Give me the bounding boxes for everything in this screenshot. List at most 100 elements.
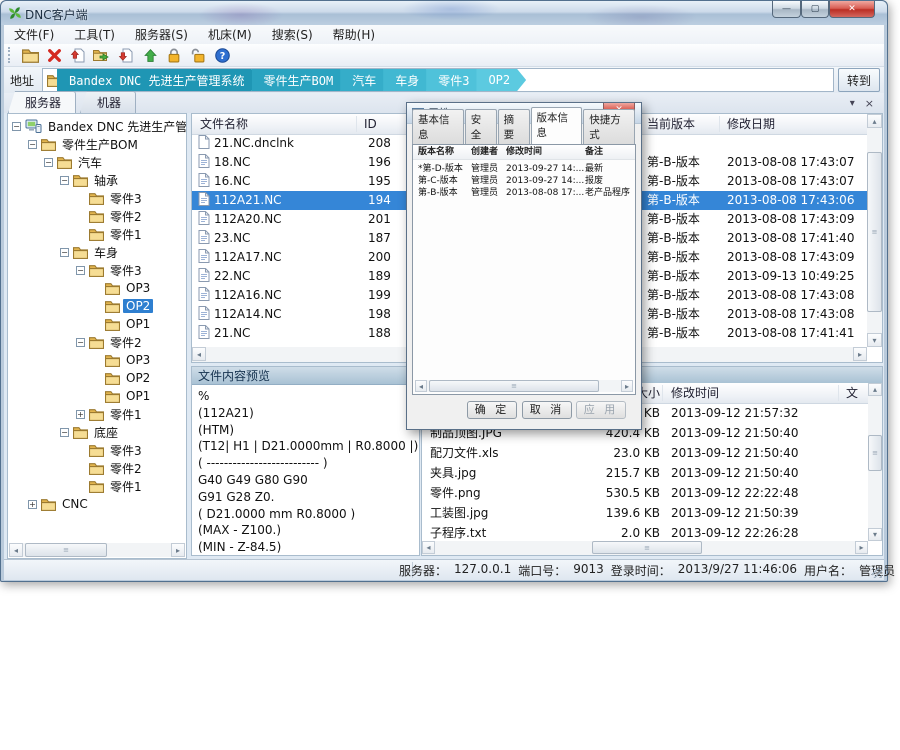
- attachment-row[interactable]: 夹具.jpg215.7 KB2013-09-12 21:50:40: [422, 463, 868, 483]
- expand-icon[interactable]: +: [28, 500, 37, 509]
- tree-item-零件3[interactable]: −零件3: [8, 261, 186, 279]
- dialog-tab-摘要[interactable]: 摘要: [498, 109, 530, 144]
- column-header-当前版本[interactable]: 当前版本: [647, 114, 695, 134]
- scroll-left-icon[interactable]: ◂: [9, 543, 23, 557]
- tree-item-OP1[interactable]: OP1: [8, 387, 186, 405]
- collapse-icon[interactable]: −: [44, 158, 53, 167]
- menu-item-5[interactable]: 帮助(H): [323, 25, 385, 44]
- tree-item-汽车[interactable]: −汽车: [8, 153, 186, 171]
- tree-item-OP3[interactable]: OP3: [8, 279, 186, 297]
- tab-机器[interactable]: 机器: [80, 91, 136, 113]
- panel-dropdown-icon[interactable]: ▾: [850, 98, 855, 109]
- breadcrumb-segment-1[interactable]: 零件生产BOM: [252, 69, 350, 91]
- scroll-left-icon[interactable]: ◂: [192, 347, 206, 361]
- scroll-up-icon[interactable]: ▴: [868, 383, 882, 396]
- breadcrumb-segment-5[interactable]: OP2: [476, 69, 526, 91]
- column-header-1[interactable]: 修改时间: [671, 383, 719, 403]
- toolbar-grip[interactable]: [8, 47, 14, 63]
- column-header-修改日期[interactable]: 修改日期: [727, 114, 775, 134]
- checkin-doc-button[interactable]: [66, 45, 90, 66]
- maximize-button[interactable]: ▢: [801, 1, 829, 18]
- column-header-ID[interactable]: ID: [364, 114, 377, 134]
- scroll-down-icon[interactable]: ▾: [867, 333, 882, 347]
- menu-item-0[interactable]: 文件(F): [4, 25, 64, 44]
- scroll-thumb[interactable]: ≡: [25, 543, 107, 557]
- tree-item-OP2[interactable]: OP2: [8, 369, 186, 387]
- upload-arrow-button[interactable]: [138, 45, 162, 66]
- menu-item-4[interactable]: 搜索(S): [262, 25, 323, 44]
- column-header-文件名称[interactable]: 文件名称: [200, 114, 248, 134]
- collapse-icon[interactable]: −: [60, 248, 69, 257]
- tree-item-零件3[interactable]: 零件3: [8, 441, 186, 459]
- checkout-doc-button[interactable]: [114, 45, 138, 66]
- tree-item-OP1[interactable]: OP1: [8, 315, 186, 333]
- attachment-row[interactable]: 零件.png530.5 KB2013-09-12 22:22:48: [422, 483, 868, 503]
- scroll-right-icon[interactable]: ▸: [855, 541, 868, 554]
- attachment-row[interactable]: 配刀文件.xls23.0 KB2013-09-12 21:50:40: [422, 443, 868, 463]
- attachment-row[interactable]: 子程序.txt2.0 KB2013-09-12 22:26:28: [422, 523, 868, 541]
- version-column-header[interactable]: 创建者: [471, 146, 498, 158]
- scroll-left-icon[interactable]: ◂: [415, 380, 427, 392]
- minimize-button[interactable]: —: [772, 1, 801, 18]
- help-button[interactable]: ?: [210, 45, 234, 66]
- collapse-icon[interactable]: −: [76, 338, 85, 347]
- tree-item-零件2[interactable]: 零件2: [8, 459, 186, 477]
- expand-icon[interactable]: +: [76, 410, 85, 419]
- tree-item-零件1[interactable]: 零件1: [8, 225, 186, 243]
- tree-item-零件1[interactable]: 零件1: [8, 477, 186, 495]
- scroll-thumb[interactable]: ≡: [429, 380, 599, 392]
- collapse-icon[interactable]: −: [60, 176, 69, 185]
- attachment-row[interactable]: 工装图.jpg139.6 KB2013-09-12 21:50:39: [422, 503, 868, 523]
- scroll-down-icon[interactable]: ▾: [868, 528, 882, 541]
- dialog-tab-安全[interactable]: 安全: [465, 109, 497, 144]
- tree-item-Bandex DNC 先进生产管理系统[interactable]: −Bandex DNC 先进生产管理系统: [8, 117, 186, 135]
- column-header-2[interactable]: 文件(&: [846, 383, 868, 403]
- menu-item-1[interactable]: 工具(T): [64, 25, 125, 44]
- scroll-up-icon[interactable]: ▴: [867, 114, 882, 128]
- tree-item-零件3[interactable]: 零件3: [8, 189, 186, 207]
- menu-item-3[interactable]: 机床(M): [198, 25, 262, 44]
- tree-item-车身[interactable]: −车身: [8, 243, 186, 261]
- folder-button[interactable]: [18, 45, 42, 66]
- go-button[interactable]: 转到: [838, 68, 880, 92]
- scroll-right-icon[interactable]: ▸: [621, 380, 633, 392]
- tab-服务器[interactable]: 服务器: [8, 91, 76, 113]
- ok-button[interactable]: 确 定: [467, 401, 517, 419]
- tree-item-OP3[interactable]: OP3: [8, 351, 186, 369]
- panel-close-icon[interactable]: ×: [865, 97, 874, 110]
- tree-item-零件生产BOM[interactable]: −零件生产BOM: [8, 135, 186, 153]
- collapse-icon[interactable]: −: [76, 266, 85, 275]
- lock-button[interactable]: [162, 45, 186, 66]
- dialog-hscrollbar[interactable]: ◂ ▸ ≡: [415, 380, 633, 392]
- tree-item-底座[interactable]: −底座: [8, 423, 186, 441]
- version-column-header[interactable]: 修改时间: [506, 146, 542, 158]
- tree-hscrollbar[interactable]: ◂ ▸ ≡: [9, 543, 185, 557]
- cancel-button[interactable]: 取 消: [522, 401, 572, 419]
- tree-item-CNC[interactable]: +CNC: [8, 495, 186, 513]
- attach-vscrollbar[interactable]: ▴ ▾ ≡: [868, 383, 882, 541]
- tree-item-零件2[interactable]: 零件2: [8, 207, 186, 225]
- collapse-icon[interactable]: −: [28, 140, 37, 149]
- dialog-tab-版本信息[interactable]: 版本信息: [531, 107, 583, 144]
- address-field[interactable]: Bandex DNC 先进生产管理系统零件生产BOM汽车车身零件3OP2: [42, 68, 834, 92]
- resize-grip[interactable]: [872, 568, 882, 578]
- folder-open-button[interactable]: [90, 45, 114, 66]
- title-bar[interactable]: DNC客户端 — ▢ ✕: [1, 1, 887, 25]
- scroll-right-icon[interactable]: ▸: [853, 347, 867, 361]
- scroll-thumb[interactable]: ≡: [868, 435, 882, 471]
- version-column-header[interactable]: 备注: [585, 146, 603, 158]
- list-vscrollbar[interactable]: ▴ ▾ ≡: [867, 114, 882, 347]
- scroll-thumb[interactable]: ≡: [867, 152, 882, 312]
- delete-button[interactable]: [42, 45, 66, 66]
- scroll-right-icon[interactable]: ▸: [171, 543, 185, 557]
- dialog-tab-基本信息[interactable]: 基本信息: [412, 109, 464, 144]
- scroll-thumb[interactable]: ≡: [592, 541, 702, 554]
- unlock-button[interactable]: [186, 45, 210, 66]
- menu-item-2[interactable]: 服务器(S): [125, 25, 198, 44]
- tree-item-轴承[interactable]: −轴承: [8, 171, 186, 189]
- dialog-tab-快捷方式[interactable]: 快捷方式: [583, 109, 635, 144]
- scroll-left-icon[interactable]: ◂: [422, 541, 435, 554]
- close-button[interactable]: ✕: [829, 1, 875, 18]
- collapse-icon[interactable]: −: [60, 428, 69, 437]
- tree-item-OP2[interactable]: OP2: [8, 297, 186, 315]
